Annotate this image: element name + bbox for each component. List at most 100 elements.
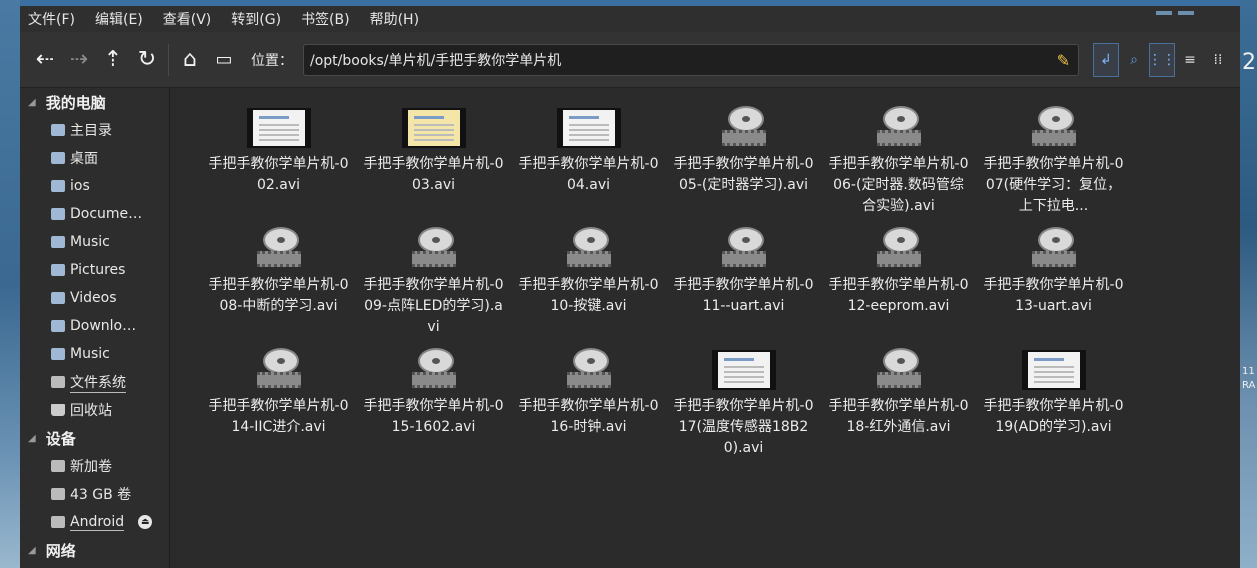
- file-item[interactable]: 手把手教你学单片机-016-时钟.avi: [511, 342, 666, 438]
- file-item[interactable]: 手把手教你学单片机-019(AD的学习).avi: [976, 342, 1131, 438]
- menu-view[interactable]: 查看(V): [161, 7, 214, 31]
- icon-view-button[interactable]: ⋮⋮: [1148, 42, 1176, 77]
- grid-icon: ⋮⋮: [1148, 51, 1176, 68]
- file-item[interactable]: 手把手教你学单片机-005-(定时器学习).avi: [666, 100, 821, 196]
- menu-bookmarks[interactable]: 书签(B): [299, 7, 352, 31]
- sidebar-section-network[interactable]: ◢ 网络: [20, 536, 169, 564]
- drive-icon: [51, 376, 65, 388]
- desktop-ra: RA: [1242, 380, 1256, 391]
- video-thumbnail-icon: [401, 108, 466, 148]
- view-switcher: ↲ ⌕ ⋮⋮ ≡ ⁞⁞: [1093, 42, 1233, 77]
- video-thumbnail-icon: [711, 350, 776, 390]
- video-file-icon: [721, 106, 766, 148]
- back-button[interactable]: ⇠: [28, 43, 62, 77]
- sidebar-item-documents[interactable]: Docume…: [20, 200, 169, 228]
- file-thumbnail: [976, 100, 1131, 148]
- sidebar-item-pictures[interactable]: Pictures: [20, 256, 169, 284]
- video-file-icon: [566, 348, 611, 390]
- menu-go[interactable]: 转到(G): [229, 7, 283, 31]
- file-item[interactable]: 手把手教你学单片机-006-(定时器.数码管综合实验).avi: [821, 100, 976, 217]
- file-item[interactable]: 手把手教你学单片机-017(温度传感器18B20).avi: [666, 342, 821, 459]
- menu-file[interactable]: 文件(F): [26, 7, 77, 31]
- clear-location-icon[interactable]: ✎: [1057, 51, 1070, 70]
- file-thumbnail: [821, 100, 976, 148]
- file-grid: 手把手教你学单片机-002.avi 手把手教你学单片机-003.avi 手把手教你学…: [176, 88, 1240, 568]
- desktop-text: 2: [1242, 50, 1256, 75]
- file-item[interactable]: 手把手教你学单片机-002.avi: [201, 100, 356, 196]
- file-thumbnail: [666, 221, 821, 269]
- sidebar-item-desktop[interactable]: 桌面: [20, 144, 169, 172]
- sidebar: ◢ 我的电脑 主目录 桌面 ios Docume… Music Pictures …: [20, 88, 170, 568]
- file-item[interactable]: 手把手教你学单片机-009-点阵LED的学习).avi: [356, 221, 511, 338]
- search-button[interactable]: ⌕: [1121, 43, 1147, 77]
- file-thumbnail: [666, 342, 821, 390]
- menu-edit[interactable]: 编辑(E): [93, 7, 145, 31]
- file-item[interactable]: 手把手教你学单片机-003.avi: [356, 100, 511, 196]
- arrow-up-icon: ⇡: [103, 47, 123, 72]
- home-folder-icon: [51, 124, 65, 136]
- video-file-icon: [411, 227, 456, 269]
- reload-button[interactable]: ↻: [130, 43, 164, 77]
- sidebar-item-home[interactable]: 主目录: [20, 116, 169, 144]
- home-icon: ⌂: [183, 47, 197, 72]
- video-thumbnail-icon: [246, 108, 311, 148]
- file-item[interactable]: 手把手教你学单片机-007(硬件学习：复位，上下拉电...: [976, 100, 1131, 217]
- video-file-icon: [566, 227, 611, 269]
- location-input[interactable]: /opt/books/单片机/手把手教你学单片机 ✎: [303, 43, 1079, 76]
- window-controls[interactable]: [1150, 0, 1230, 15]
- file-name: 手把手教你学单片机-016-时钟.avi: [518, 398, 659, 435]
- sidebar-item-ios[interactable]: ios: [20, 172, 169, 200]
- computer-button[interactable]: ▭: [207, 43, 241, 77]
- sidebar-item-43gb-volume[interactable]: 43 GB 卷: [20, 480, 169, 508]
- video-file-icon: [256, 348, 301, 390]
- music-folder-icon: [51, 236, 65, 248]
- file-name: 手把手教你学单片机-017(温度传感器18B20).avi: [673, 398, 814, 456]
- list-icon: ≡: [1184, 51, 1196, 68]
- desktop-time: 11: [1242, 366, 1255, 377]
- up-button[interactable]: ⇡: [96, 43, 130, 77]
- file-item[interactable]: 手把手教你学单片机-010-按键.avi: [511, 221, 666, 317]
- toolbar-separator: [168, 43, 169, 76]
- file-item[interactable]: 手把手教你学单片机-014-IIC进介.avi: [201, 342, 356, 438]
- file-item[interactable]: 手把手教你学单片机-018-红外通信.avi: [821, 342, 976, 438]
- video-file-icon: [1031, 227, 1076, 269]
- eject-icon[interactable]: ⏏: [138, 515, 153, 529]
- sidebar-item-new-volume[interactable]: 新加卷: [20, 452, 169, 480]
- video-file-icon: [876, 106, 921, 148]
- video-file-icon: [256, 227, 301, 269]
- arrow-left-icon: ⇠: [35, 47, 55, 72]
- computer-icon: ▭: [215, 49, 233, 70]
- sidebar-section-devices[interactable]: ◢ 设备: [20, 424, 169, 452]
- expand-triangle-icon: ◢: [28, 432, 36, 444]
- file-item[interactable]: 手把手教你学单片机-011--uart.avi: [666, 221, 821, 317]
- list-view-button[interactable]: ≡: [1177, 43, 1203, 77]
- file-item[interactable]: 手把手教你学单片机-008-中断的学习.avi: [201, 221, 356, 317]
- menu-help[interactable]: 帮助(H): [368, 7, 421, 31]
- file-name: 手把手教你学单片机-012-eeprom.avi: [828, 277, 969, 314]
- file-name: 手把手教你学单片机-011--uart.avi: [673, 277, 814, 314]
- file-item[interactable]: 手把手教你学单片机-013-uart.avi: [976, 221, 1131, 317]
- sidebar-item-music-2[interactable]: Music: [20, 340, 169, 368]
- sidebar-item-videos[interactable]: Videos: [20, 284, 169, 312]
- sidebar-item-downloads[interactable]: Downlo…: [20, 312, 169, 340]
- file-thumbnail: [666, 100, 821, 148]
- compact-view-button[interactable]: ⁞⁞: [1205, 43, 1231, 77]
- home-button[interactable]: ⌂: [173, 43, 207, 77]
- video-thumbnail-icon: [1021, 350, 1086, 390]
- arrow-right-icon: ⇢: [69, 47, 89, 72]
- file-item[interactable]: 手把手教你学单片机-015-1602.avi: [356, 342, 511, 438]
- sidebar-item-trash[interactable]: 回收站: [20, 396, 169, 424]
- toggle-location-button[interactable]: ↲: [1093, 42, 1119, 77]
- sidebar-item-music[interactable]: Music: [20, 228, 169, 256]
- forward-button[interactable]: ⇢: [62, 43, 96, 77]
- file-item[interactable]: 手把手教你学单片机-004.avi: [511, 100, 666, 196]
- file-thumbnail: [201, 221, 356, 269]
- search-icon: ⌕: [1130, 51, 1138, 68]
- sidebar-item-android[interactable]: Android ⏏: [20, 508, 169, 536]
- sidebar-section-computer[interactable]: ◢ 我的电脑: [20, 88, 169, 116]
- desktop-background-right: 2 11 RA: [1240, 0, 1257, 568]
- file-name: 手把手教你学单片机-014-IIC进介.avi: [208, 398, 349, 435]
- file-item[interactable]: 手把手教你学单片机-012-eeprom.avi: [821, 221, 976, 317]
- sidebar-item-filesystem[interactable]: 文件系统: [20, 368, 169, 396]
- toolbar: ⇠ ⇢ ⇡ ↻ ⌂ ▭ 位置： /opt/books/单片机/手把手教你学单片机…: [20, 32, 1240, 88]
